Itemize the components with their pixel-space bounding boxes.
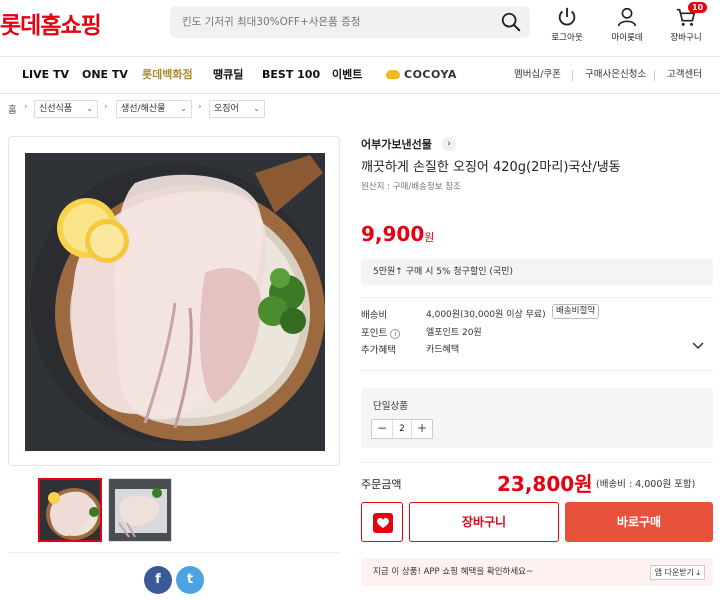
point-label: 포인트	[361, 328, 388, 339]
card-discount-box: 5만원↑ 구매 시 5% 청구할인 (국민)	[361, 259, 713, 285]
breadcrumb-arrow-icon: ›	[104, 102, 108, 112]
shipping-save-tag[interactable]: 배송비절약	[552, 304, 600, 319]
breadcrumb-select-label: 신선식품	[39, 104, 73, 114]
cart-label: 장바구니	[670, 33, 702, 43]
shipping-label: 배송비	[361, 310, 388, 321]
info-icon[interactable]: i	[390, 329, 401, 339]
mylotte-label: 마이롯데	[611, 33, 643, 43]
site-logo[interactable]: 롯데홈쇼핑	[0, 6, 102, 40]
point-label-row: 포인트 i	[361, 325, 401, 339]
cart-count-badge: 10	[688, 2, 708, 13]
nav-membership[interactable]: 멤버십/쿠폰	[514, 57, 561, 93]
chevron-down-icon: ⌄	[180, 104, 187, 113]
app-download-button[interactable]: 앱 다운받기 ⤓	[649, 565, 705, 580]
chevron-right-icon[interactable]: ›	[442, 137, 456, 151]
chevron-down-icon: ⌄	[253, 104, 260, 113]
quantity-stepper: − 2 +	[371, 419, 433, 439]
search-icon[interactable]	[500, 11, 522, 33]
gallery-divider	[8, 552, 340, 553]
info-divider	[361, 462, 713, 463]
product-thumbnail[interactable]	[38, 478, 102, 542]
extra-benefit-label: 추가혜택	[361, 345, 396, 356]
mylotte-button[interactable]: 마이롯데	[599, 6, 655, 43]
chevron-down-icon: ⌄	[86, 104, 93, 113]
breadcrumb-select-subcategory[interactable]: 생선/해산물 ⌄	[116, 100, 192, 118]
info-divider	[361, 370, 713, 371]
header: 롯데홈쇼핑 로그아웃 마이롯데 10 장바구니	[0, 0, 720, 56]
breadcrumb-arrow-icon: ›	[24, 102, 28, 112]
nav-thankyou-deal[interactable]: 땡큐딜	[213, 57, 243, 93]
extra-benefit-value: 카드혜택	[426, 345, 460, 355]
nav-one-tv[interactable]: ONE TV	[82, 57, 128, 93]
search-bar	[170, 6, 530, 38]
quantity-plus-button[interactable]: +	[412, 420, 432, 438]
search-input[interactable]	[182, 6, 482, 38]
thumbnail-image	[109, 479, 171, 541]
breadcrumb-arrow-icon: ›	[198, 102, 202, 112]
total-label: 주문금액	[361, 478, 402, 491]
breadcrumb-select-label: 생선/해산물	[121, 104, 166, 114]
card-discount-text: 5만원↑ 구매 시 5% 청구할인 (국민)	[373, 267, 513, 277]
option-name: 단일상품	[373, 401, 408, 412]
total-price: 23,800원	[497, 472, 593, 496]
point-value: 엘포인트 20원	[426, 328, 482, 338]
nav-divider	[654, 70, 655, 81]
squid-photo	[25, 153, 325, 451]
nav-live-tv[interactable]: LIVE TV	[22, 57, 69, 93]
add-to-cart-button[interactable]: 장바구니	[409, 502, 559, 542]
nav-event[interactable]: 이벤트	[332, 57, 362, 93]
shipping-value: 4,000원(30,000원 이상 무료)	[426, 310, 546, 320]
product-thumbnail[interactable]	[108, 478, 172, 542]
product-price: 9,900원	[361, 222, 434, 246]
logout-label: 로그아웃	[551, 33, 583, 43]
nav-customer-center[interactable]: 고객센터	[667, 57, 702, 93]
price-unit: 원	[424, 231, 435, 244]
quantity-value[interactable]: 2	[392, 420, 412, 438]
nav-lotte-dept[interactable]: 롯데백화점	[142, 57, 193, 93]
breadcrumb: 홈 › 신선식품 ⌄ › 생선/해산물 ⌄ › 오징어 ⌄	[0, 94, 720, 124]
chevron-down-icon[interactable]	[692, 340, 704, 352]
total-shipping-note: (배송비 : 4,000원 포함)	[596, 479, 696, 490]
breadcrumb-select-category[interactable]: 신선식품 ⌄	[34, 100, 98, 118]
heart-icon	[373, 513, 393, 533]
nav-cocoya-label: COCOYA	[404, 68, 457, 81]
product-origin: 원산지 : 구매/배송정보 참조	[361, 182, 461, 192]
buy-now-button[interactable]: 바로구매	[565, 502, 713, 542]
quantity-minus-button[interactable]: −	[372, 420, 392, 438]
breadcrumb-select-item[interactable]: 오징어 ⌄	[209, 100, 265, 118]
thumbnail-image	[40, 480, 100, 540]
breadcrumb-select-label: 오징어	[214, 104, 239, 114]
facebook-share-button[interactable]: f	[144, 566, 172, 594]
nav-gift-apply[interactable]: 구매사은신청소	[585, 57, 646, 93]
nav-divider	[572, 70, 573, 81]
app-banner-text: 지금 이 상품! APP 쇼핑 혜택을 확인하세요~	[373, 567, 534, 577]
user-icon	[617, 7, 637, 27]
product-title: 깨끗하게 손질한 오징어 420g(2마리)국산/냉동	[361, 160, 621, 175]
breadcrumb-home[interactable]: 홈	[8, 102, 17, 116]
wishlist-button[interactable]	[361, 502, 403, 542]
app-banner: 지금 이 상품! APP 쇼핑 혜택을 확인하세요~ 앱 다운받기 ⤓	[361, 558, 713, 586]
power-icon	[558, 7, 576, 26]
logout-button[interactable]: 로그아웃	[539, 6, 595, 43]
brand-name[interactable]: 어부가보낸선물	[361, 136, 432, 152]
nav-cocoya[interactable]: COCOYA	[386, 57, 457, 93]
cocoya-icon	[386, 70, 400, 79]
option-box: 단일상품 − 2 +	[361, 388, 713, 448]
twitter-share-button[interactable]: t	[176, 566, 204, 594]
price-value: 9,900	[361, 222, 425, 246]
info-divider	[361, 297, 713, 298]
nav-best100[interactable]: BEST 100	[262, 57, 320, 93]
product-main-image[interactable]	[8, 136, 340, 466]
cart-button[interactable]: 10 장바구니	[658, 2, 714, 43]
main-nav: LIVE TV ONE TV 롯데백화점 땡큐딜 BEST 100 이벤트 CO…	[0, 56, 720, 94]
